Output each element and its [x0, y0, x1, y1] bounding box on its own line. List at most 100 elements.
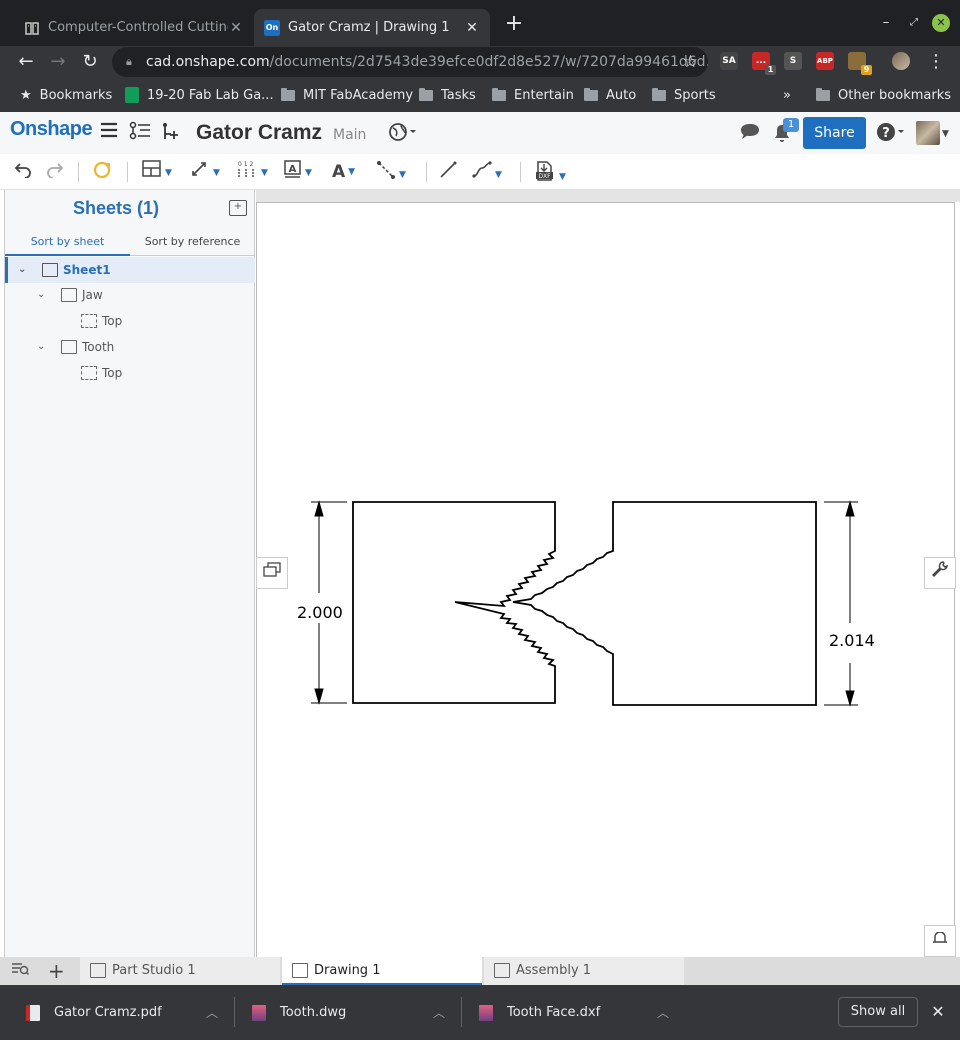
- bookmark-fab-lab[interactable]: 19-20 Fab Lab Ga...: [125, 78, 274, 112]
- chevron-down-icon[interactable]: ⌄: [37, 282, 45, 308]
- undo-icon[interactable]: [14, 160, 32, 184]
- star-icon: ★: [20, 87, 32, 103]
- extension-puzzle-icon[interactable]: 9: [848, 52, 872, 75]
- tab-sort-by-sheet[interactable]: Sort by sheet: [5, 230, 130, 256]
- comments-icon[interactable]: [739, 122, 761, 146]
- onshape-logo[interactable]: Onshape: [10, 118, 93, 141]
- centerline-icon[interactable]: [438, 160, 458, 184]
- address-bar[interactable]: 🔒︎ cad.onshape.com/documents/2d7543de39e…: [112, 47, 708, 77]
- tree-item-tooth-top[interactable]: Top: [5, 360, 255, 386]
- tab-drawing-1[interactable]: Drawing 1: [282, 957, 482, 985]
- svg-text:0 1 2: 0 1 2: [238, 161, 253, 168]
- note-tool-icon[interactable]: A ▼: [284, 160, 312, 184]
- new-tab-button[interactable]: +: [502, 12, 526, 36]
- show-all-downloads-button[interactable]: Show all: [838, 997, 918, 1027]
- dimension-tooth-height[interactable]: 2.014: [827, 631, 877, 650]
- bookmark-fabacademy[interactable]: MIT FabAcademy: [281, 78, 413, 112]
- ordinate-dimension-icon[interactable]: 0 1 2 ▼: [236, 160, 268, 184]
- bookmark-entertain[interactable]: Entertain: [492, 78, 574, 112]
- browser-tab-computer-controlled-cutting[interactable]: Computer-Controlled Cutting ✕: [14, 9, 254, 46]
- text-tool-icon[interactable]: A ▼: [332, 160, 355, 184]
- share-button[interactable]: Share: [803, 117, 866, 149]
- spline-tool-icon[interactable]: ▼: [472, 160, 502, 184]
- sheet-icon: [42, 263, 58, 277]
- user-avatar[interactable]: [916, 121, 940, 145]
- tab-part-studio-1[interactable]: Part Studio 1: [80, 957, 280, 985]
- tree-item-sheet1[interactable]: ⌄ Sheet1: [5, 257, 255, 283]
- measure-icon[interactable]: [924, 925, 956, 957]
- close-tab-icon[interactable]: ✕: [228, 20, 244, 36]
- tree-item-jaw-view[interactable]: ⌄ Jaw: [5, 282, 255, 308]
- svg-text:DXF: DXF: [538, 173, 551, 180]
- folder-icon: [816, 87, 830, 101]
- tree-item-label: Top: [102, 314, 123, 328]
- chevron-up-icon[interactable]: ︿: [206, 1004, 218, 1021]
- downloads-divider: [461, 997, 462, 1027]
- chevron-down-icon[interactable]: ▼: [942, 122, 949, 146]
- tooth-outline: [512, 501, 817, 706]
- extension-todo-icon[interactable]: ... 1: [752, 52, 776, 75]
- download-item-dxf[interactable]: Tooth Face.dxf ︿: [479, 985, 669, 1040]
- folder-icon: [419, 87, 433, 101]
- tab-assembly-1[interactable]: Assembly 1: [484, 957, 684, 985]
- bookmark-auto[interactable]: Auto: [584, 78, 636, 112]
- line-tool-icon[interactable]: ▼: [376, 160, 406, 184]
- hamburger-menu-icon[interactable]: [100, 121, 118, 145]
- image-file-icon: [252, 1004, 266, 1021]
- download-item-pdf[interactable]: Gator Cramz.pdf ︿: [26, 985, 218, 1040]
- branch-label[interactable]: Main: [333, 127, 366, 143]
- download-item-dwg[interactable]: Tooth.dwg ︿: [252, 985, 445, 1040]
- url-domain: cad.onshape.com: [146, 54, 270, 70]
- notification-count-badge: 1: [783, 118, 799, 132]
- insert-view-icon[interactable]: ▼: [142, 160, 172, 184]
- update-icon[interactable]: [92, 160, 112, 184]
- adblock-icon[interactable]: ABP: [816, 52, 834, 70]
- minimize-icon[interactable]: –: [877, 14, 895, 32]
- close-window-icon[interactable]: ✕: [932, 14, 950, 32]
- browser-menu-icon[interactable]: ⋮: [924, 50, 948, 74]
- tab-manager-icon[interactable]: [10, 959, 30, 983]
- tree-item-tooth-view[interactable]: ⌄ Tooth: [5, 334, 255, 360]
- forward-button[interactable]: →: [46, 50, 70, 74]
- back-button[interactable]: ←: [14, 50, 38, 74]
- export-dxf-icon[interactable]: DXF ▼: [534, 160, 566, 184]
- chevron-down-icon[interactable]: ⌄: [37, 334, 45, 360]
- chevron-up-icon[interactable]: ︿: [657, 1004, 669, 1021]
- bookmark-tasks[interactable]: Tasks: [419, 78, 476, 112]
- close-downloads-icon[interactable]: ✕: [928, 999, 948, 1025]
- tree-item-jaw-top[interactable]: Top: [5, 308, 255, 334]
- globe-icon[interactable]: [389, 122, 417, 146]
- add-sheet-button[interactable]: +: [229, 200, 247, 216]
- add-tab-button[interactable]: +: [48, 959, 65, 983]
- dimension-tool-icon[interactable]: ▼: [190, 160, 220, 184]
- bookmarks-bar: ★ Bookmarks 19-20 Fab Lab Ga... MIT FabAc…: [0, 78, 960, 112]
- dimension-jaw-height[interactable]: 2.000: [295, 603, 345, 622]
- tab-sort-by-reference[interactable]: Sort by reference: [130, 230, 255, 256]
- browser-tab-drawing[interactable]: On Gator Cramz | Drawing 1 ✕: [254, 9, 490, 46]
- bookmark-other[interactable]: Other bookmarks: [816, 78, 951, 112]
- help-icon[interactable]: ?: [876, 122, 908, 146]
- chevron-down-icon[interactable]: ⌄: [18, 257, 26, 283]
- wrench-icon[interactable]: [924, 557, 956, 589]
- sheet-views-button[interactable]: [256, 557, 288, 589]
- svg-text:A: A: [289, 164, 297, 175]
- extension-sa-icon[interactable]: SA: [720, 52, 738, 70]
- tab-title: Computer-Controlled Cutting: [48, 20, 228, 35]
- reload-button[interactable]: ↻: [78, 50, 102, 74]
- bookmark-star-icon[interactable]: ☆: [683, 47, 698, 77]
- bookmark-bookmarks[interactable]: ★ Bookmarks: [20, 78, 112, 112]
- close-tab-icon[interactable]: ✕: [464, 20, 480, 36]
- restore-icon[interactable]: ⤢: [905, 14, 923, 32]
- redo-icon[interactable]: [46, 160, 64, 184]
- bookmark-sports[interactable]: Sports: [652, 78, 716, 112]
- image-file-icon: [479, 1004, 493, 1021]
- feature-list-icon[interactable]: [129, 121, 151, 145]
- tab-title: Gator Cramz | Drawing 1: [288, 20, 450, 35]
- document-title[interactable]: Gator Cramz: [196, 121, 322, 145]
- profile-avatar[interactable]: [892, 52, 910, 70]
- insert-icon[interactable]: [160, 121, 180, 145]
- chevron-up-icon[interactable]: ︿: [433, 1004, 445, 1021]
- extension-s-icon[interactable]: S: [784, 52, 802, 70]
- drawing-canvas[interactable]: 2.000 2.014: [256, 202, 956, 957]
- bookmarks-overflow-button[interactable]: »: [783, 78, 791, 112]
